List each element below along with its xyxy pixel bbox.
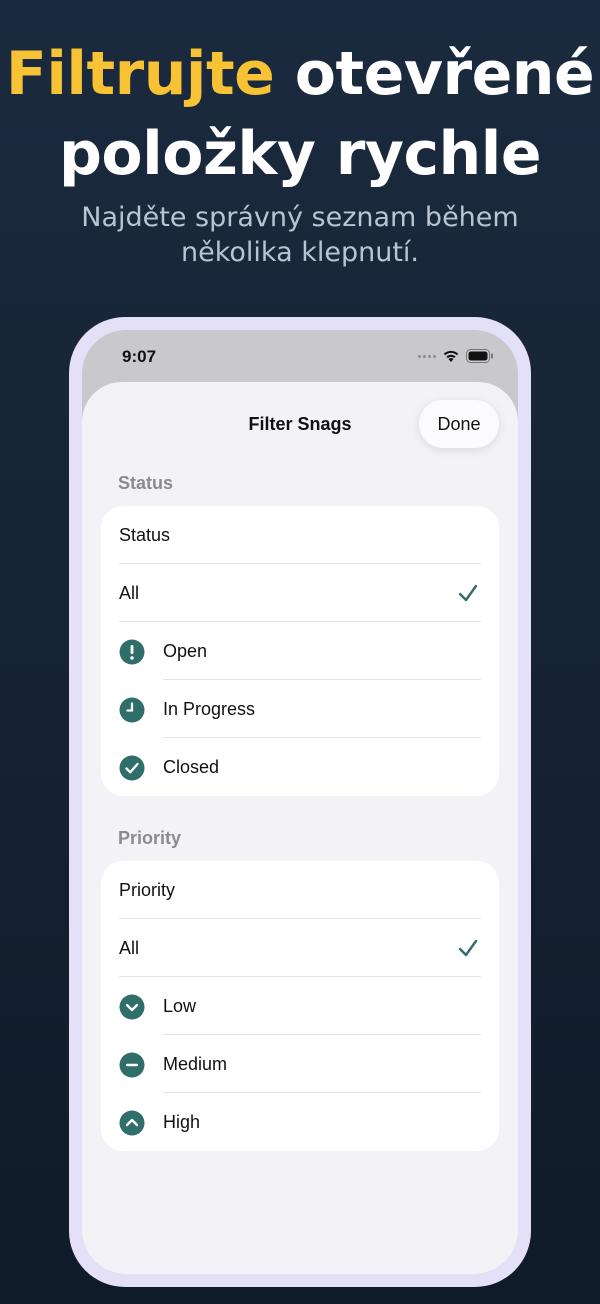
wifi-icon [443,350,459,362]
headline-accent: Filtrujte [5,39,275,109]
priority-option-low[interactable]: Low [101,977,499,1035]
option-label: High [163,1111,201,1132]
priority-option-medium[interactable]: Medium [101,1035,499,1093]
status-option-all[interactable]: All [101,564,499,622]
minus-circle-icon [119,1052,145,1078]
subtitle: Najděte správný seznam během několika kl… [81,202,519,268]
priority-option-all[interactable]: All [101,919,499,977]
signal-dots-icon [418,354,436,358]
priority-picker-row: Priority [101,861,499,919]
chevron-up-circle-icon [119,1110,145,1136]
exclamation-circle-icon [119,639,145,665]
priority-card: Priority All Low Medium High [101,861,499,1151]
status-option-in-progress[interactable]: In Progress [101,680,499,738]
status-icons [418,348,494,364]
priority-picker-label: Priority [119,879,176,900]
option-label: Low [163,995,197,1016]
status-time: 9:07 [122,347,157,366]
status-picker-label: Status [119,524,171,545]
checkmark-circle-icon [119,755,145,781]
phone-screen: 9:07 Filter Snags Done Status Status All [82,330,518,1274]
chevron-down-circle-icon [119,994,145,1020]
option-label: In Progress [163,698,256,719]
option-label: All [119,582,140,603]
priority-option-high[interactable]: High [101,1093,499,1151]
checkmark-icon [458,939,478,957]
headline-line-1: Filtrujte otevřené [0,34,600,114]
status-section-header: Status [118,473,174,493]
status-picker-row: Status [101,506,499,564]
headline-line-2: položky rychle [58,119,542,189]
headline: Filtrujte otevřené položky rychle [0,34,600,194]
option-label: Medium [163,1053,228,1074]
priority-section-header: Priority [118,828,182,848]
done-button[interactable]: Done [419,400,499,448]
status-option-closed[interactable]: Closed [101,738,499,796]
option-label: Closed [163,756,220,777]
clock-icon [119,697,145,723]
option-label: All [119,937,140,958]
headline-rest: otevřené [294,39,595,109]
filter-sheet: Filter Snags Done Status Status All Open… [82,382,518,1274]
status-option-open[interactable]: Open [101,622,499,680]
checkmark-icon [458,584,478,602]
status-card: Status All Open In Progress Closed [101,506,499,796]
battery-icon [466,349,493,363]
option-label: Open [163,640,208,661]
